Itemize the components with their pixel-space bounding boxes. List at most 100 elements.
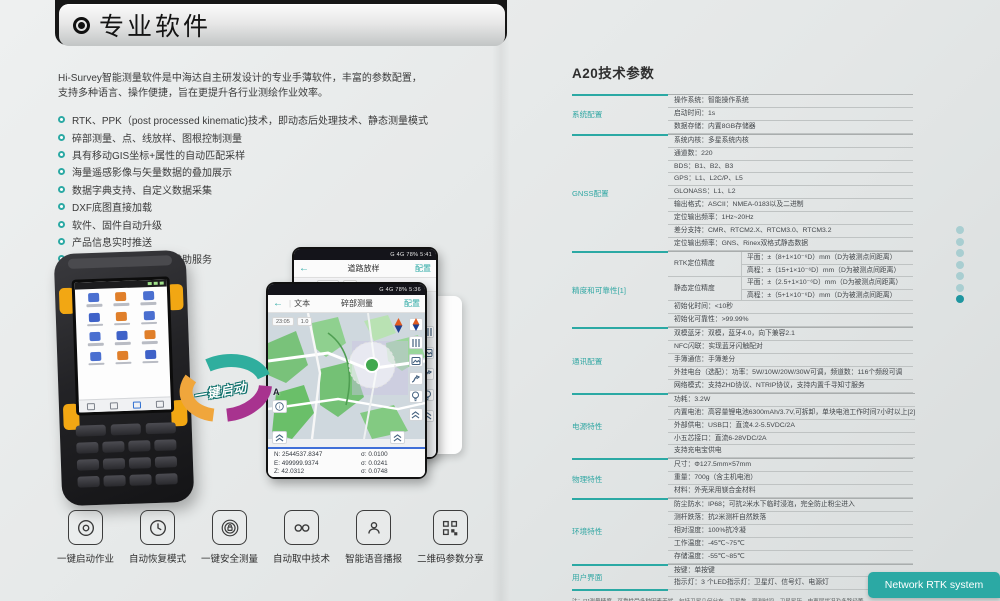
device-key <box>155 473 177 485</box>
chevrons-icon[interactable] <box>409 408 423 421</box>
qr-icon <box>433 510 468 545</box>
feature-text: 具有移动GIS坐标+属性的自动匹配采样 <box>72 147 245 162</box>
feature-icon-label: 一键安全测量 <box>201 551 258 565</box>
feature-item: 数据字典支持、自定义数据采集 <box>58 181 488 198</box>
compass-icon[interactable] <box>409 318 423 331</box>
spec-table: 系统配置操作系统：智能操作系统启动时间：1s数据存储：内置8GB存储器GNSS配… <box>572 94 913 592</box>
spec-rows: 尺寸：Φ127.5mm×57mm重量：700g（含主机电池）材料：外壳采用镁合金… <box>668 458 913 498</box>
spec-subrows: 平面：±（8+1×10⁻⁶D）mm（D为被测点间距离）高程：±（15+1×10⁻… <box>742 252 913 276</box>
spec-row: 网络模式：支持ZHD协议、NTRIP协议，支持内置千寻知寸服务 <box>668 380 913 393</box>
device-keypad <box>76 422 178 493</box>
spec-row: 初始化时间：<10秒 <box>668 301 913 314</box>
back-button[interactable]: ← <box>273 298 283 309</box>
page-title: 专业软件 <box>99 7 211 43</box>
spec-rows: 防尘防水：IP68；可抗2米水下临时浸泡，完全防止粉尘进入测杆跌落：抗2米测杆自… <box>668 498 913 564</box>
feature-text: RTK、PPK（post processed kinematic)技术，即动态后… <box>72 112 428 127</box>
spec-row: 内置电池：高容量锂电池6300mAh/3.7V,可拆卸，单块电池工作时间7小时以… <box>668 407 915 420</box>
bulb-icon[interactable] <box>409 390 423 403</box>
spec-category-label: 环境特性 <box>572 498 668 564</box>
spec-panel: A20技术参数 系统配置操作系统：智能操作系统启动时间：1s数据存储：内置8GB… <box>572 62 913 601</box>
compass-icon <box>394 318 403 338</box>
intro-paragraph: Hi-Survey智能测量软件是中海达自主研发设计的专业手薄软件，丰富的参数配置… <box>58 71 478 101</box>
feature-icon-item: 智能语音播报 <box>345 510 402 565</box>
spec-row: 存储温度：-55℃~85℃ <box>668 551 913 564</box>
feature-icon-label: 一键启动作业 <box>57 551 114 565</box>
spec-row: GPS：L1、L2C/P、L5 <box>668 173 913 186</box>
intro-line-1: Hi-Survey智能测量软件是中海达自主研发设计的专业手薄软件，丰富的参数配置… <box>58 71 478 86</box>
back-button[interactable]: ← <box>299 263 309 274</box>
intro-line-2: 支持多种语言、操作便捷，旨在更提升各行业测绘作业效率。 <box>58 86 478 101</box>
infinity-icon <box>284 510 319 545</box>
feature-text: 软件、固件自动升级 <box>72 217 162 232</box>
spec-section: GNSS配置系统内核：多星系统内核通道数：220BDS：B1、B2、B3GPS：… <box>572 134 913 251</box>
device-key <box>77 459 99 471</box>
spec-row: 通道数：220 <box>668 148 913 161</box>
feature-text: 碎部测量、点、线放样、图根控制测量 <box>72 130 242 145</box>
device-key <box>146 422 176 434</box>
collapse-right-button[interactable] <box>390 431 405 444</box>
collapse-left-button[interactable] <box>272 431 287 444</box>
phone-screenshot-detail-survey: G 4G 78% 5:36 ← | 文本 碎部测量 配置 <box>266 282 427 479</box>
status-bar: G 4G 78% 5:41 <box>294 249 436 260</box>
spec-row: 重量：700g（含主机电池） <box>668 472 913 485</box>
config-button[interactable]: 配置 <box>404 298 420 309</box>
coordinate-panel: N: 2544537.8347 E: 499999.9374 Z: 42.031… <box>268 447 425 477</box>
device-key <box>103 458 125 470</box>
sigma-e: σ: 0.0241 <box>361 460 419 469</box>
bullet-icon <box>58 221 65 228</box>
spec-row: BDS：B1、B2、B3 <box>668 161 913 174</box>
config-button[interactable]: 配置 <box>415 263 431 274</box>
spec-section: 电源特性功耗：3.2W内置电池：高容量锂电池6300mAh/3.7V,可拆卸，单… <box>572 393 913 459</box>
spec-title: A20技术参数 <box>572 62 913 82</box>
feature-icon-item: 自动恢复模式 <box>129 510 186 565</box>
spec-row: 启动时间：1s <box>668 108 913 121</box>
feature-icon-row: 一键启动作业自动恢复模式一键安全测量自动取中技术智能语音播报二维码参数分享 <box>57 510 484 565</box>
device-key <box>111 423 141 435</box>
dot <box>956 261 964 269</box>
spec-row: 支持充电宝供电 <box>668 445 915 458</box>
feature-icon-item: 二维码参数分享 <box>417 510 484 565</box>
spec-row: 操作系统：智能操作系统 <box>668 95 913 108</box>
photo-icon[interactable] <box>409 354 423 367</box>
lines-icon[interactable] <box>409 336 423 349</box>
device-app-icon <box>81 312 109 326</box>
spec-section: 物理特性尺寸：Φ127.5mm×57mm重量：700g（含主机电池）材料：外壳采… <box>572 458 913 498</box>
feature-icon-item: 一键安全测量 <box>201 510 258 565</box>
route-icon[interactable] <box>409 372 423 385</box>
feature-text: 数据字典支持、自定义数据采集 <box>72 182 212 197</box>
bullet-icon <box>58 151 65 158</box>
section-header: 专业软件 <box>59 4 505 46</box>
page-dots <box>956 226 964 303</box>
device-app-icon <box>82 351 110 365</box>
spec-row: GLONASS：L1、L2 <box>668 186 913 199</box>
device-key <box>77 476 99 488</box>
spec-row: 手簿通信：手簿差分 <box>668 354 913 367</box>
spec-rows: RTK定位精度平面：±（8+1×10⁻⁶D）mm（D为被测点间距离）高程：±（1… <box>668 251 913 327</box>
device-app-icon <box>107 292 135 306</box>
feature-item: 具有移动GIS坐标+属性的自动匹配采样 <box>58 146 488 163</box>
feature-text: 海量遥感影像与矢量数据的叠加展示 <box>72 164 232 179</box>
spec-row: RTK定位精度平面：±（8+1×10⁻⁶D）mm（D为被测点间距离）高程：±（1… <box>668 252 913 277</box>
coord-z: Z: 42.0312 <box>274 468 361 477</box>
keypad-row <box>77 456 177 470</box>
feature-text: 产品信息实时推送 <box>72 234 152 249</box>
spec-subrow: 平面：±（2.5+1×10⁻⁶D）mm（D为被测点间距离） <box>742 277 913 289</box>
footer-badge: Network RTK system <box>868 572 1000 598</box>
dot <box>956 238 964 246</box>
spec-row-label: 静态定位精度 <box>668 277 742 301</box>
clock-icon <box>140 510 175 545</box>
text-mode-button[interactable]: 文本 <box>294 298 310 309</box>
spec-section: 环境特性防尘防水：IP68；可抗2米水下临时浸泡，完全防止粉尘进入测杆跌落：抗2… <box>572 498 913 564</box>
device-app-icon <box>136 330 164 344</box>
spec-category-label: 电源特性 <box>572 393 668 459</box>
feature-icon-label: 智能语音播报 <box>345 551 402 565</box>
feature-item: RTK、PPK（post processed kinematic)技术，即动态后… <box>58 111 488 128</box>
feature-item: 软件、固件自动升级 <box>58 215 488 232</box>
device-app-icon <box>80 293 108 307</box>
spec-category-label: 精度和可靠性[1] <box>572 251 668 327</box>
feature-item: 碎部测量、点、线放样、图根控制测量 <box>58 128 488 145</box>
device-key <box>128 440 150 452</box>
device-app-icon <box>109 331 137 345</box>
spec-section: 通讯配置双模蓝牙：双模，蓝牙4.0，向下兼容2.1NFC闪联：实现蓝牙闪触配对手… <box>572 327 913 393</box>
device-key <box>103 475 125 487</box>
